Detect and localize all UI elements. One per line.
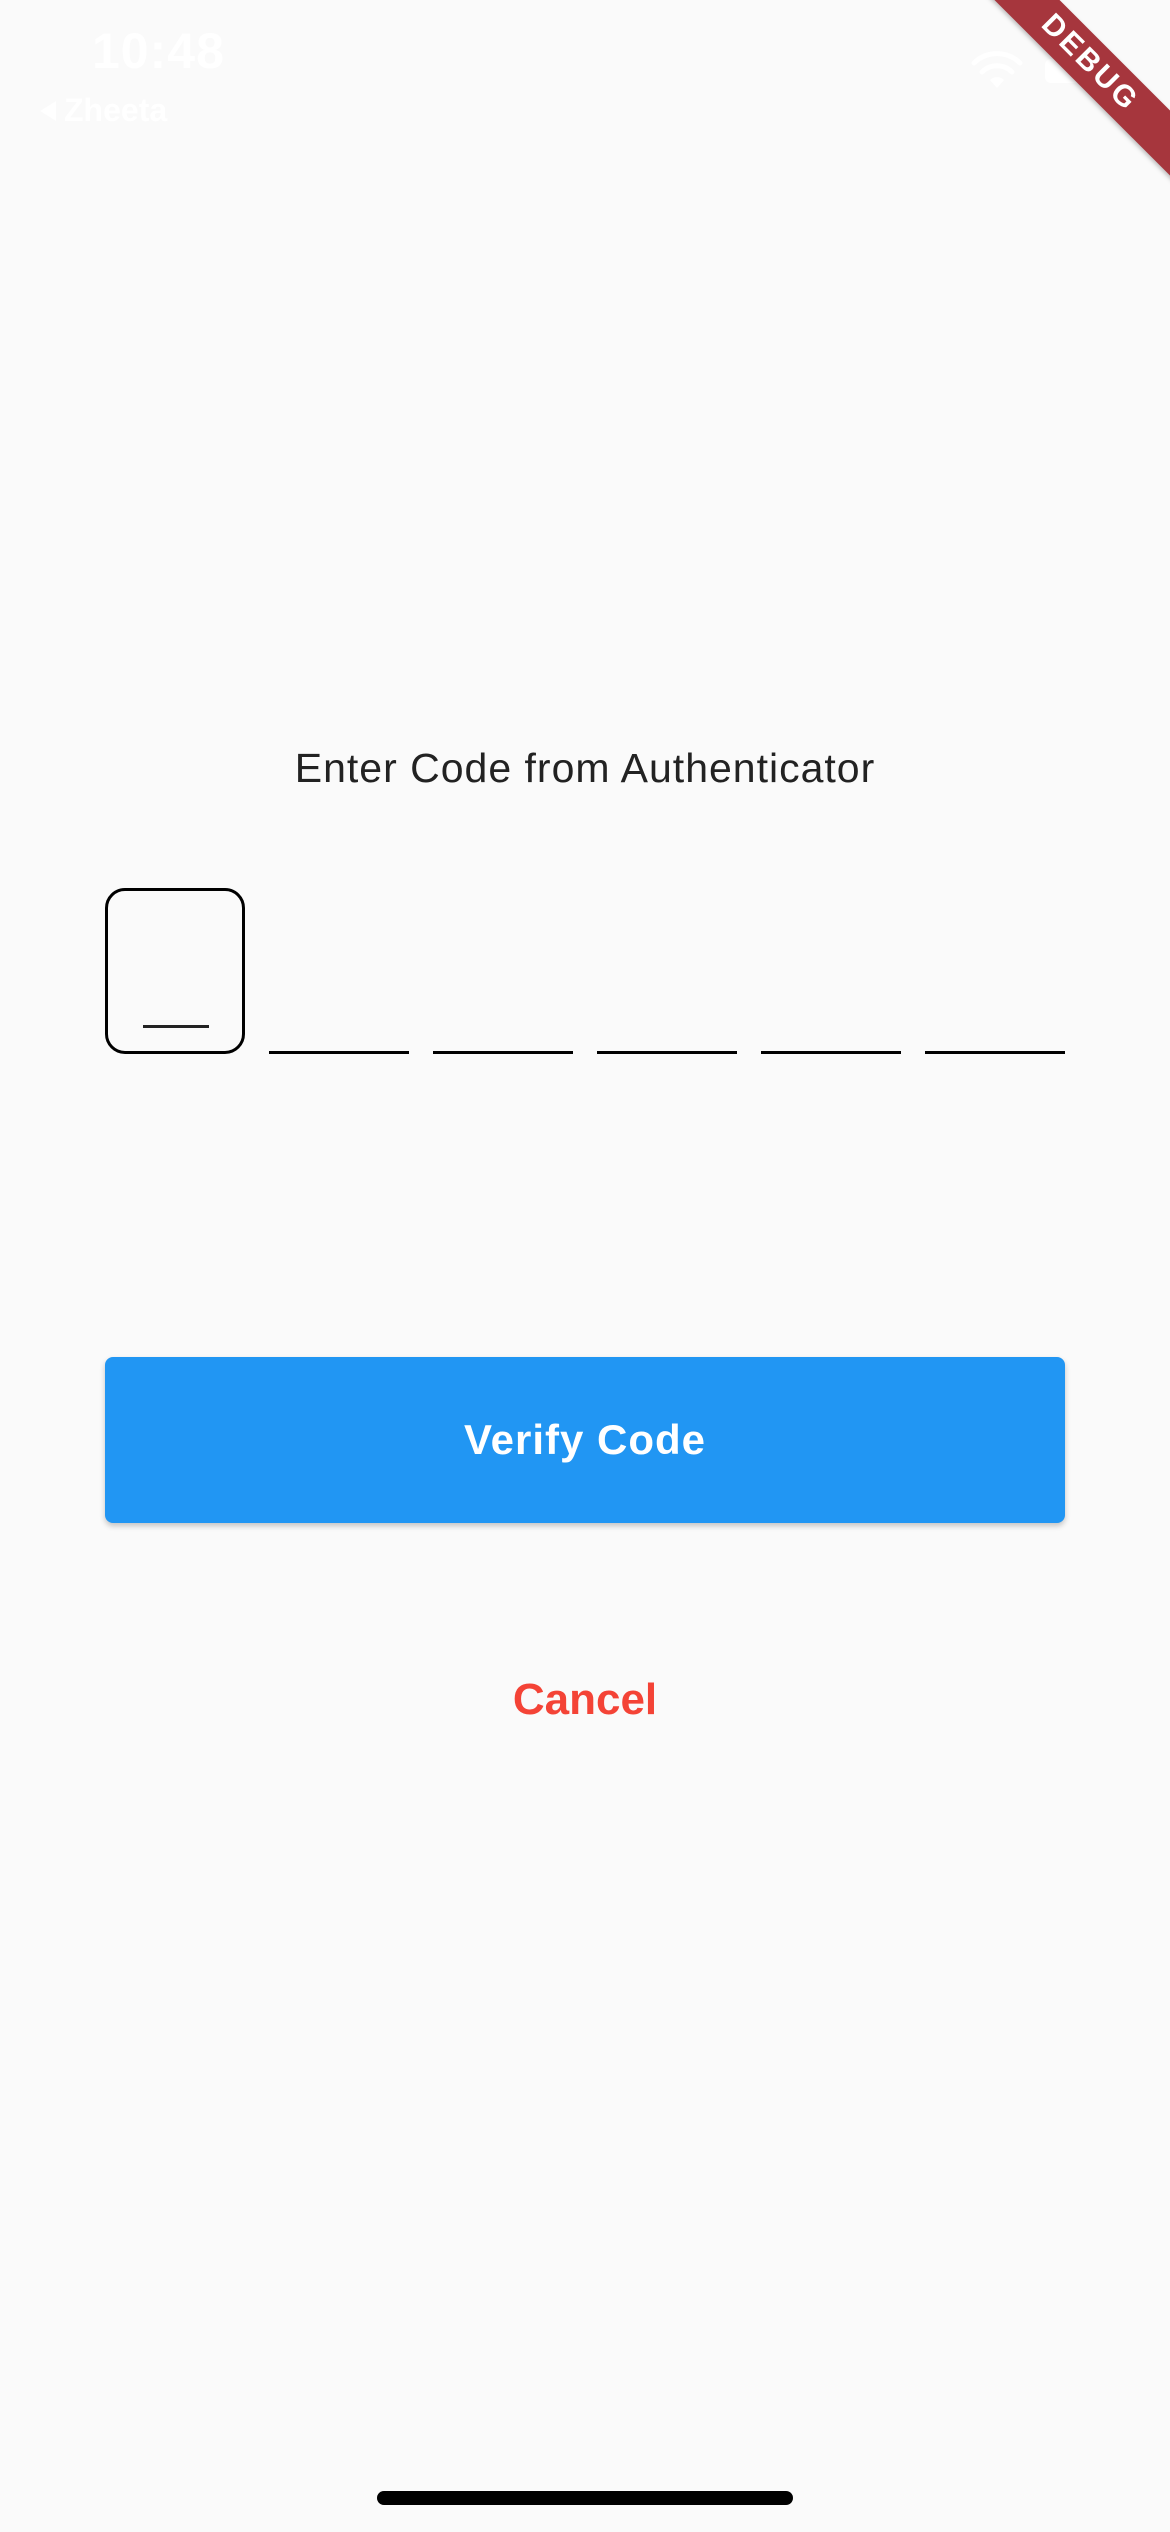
back-arrow-icon bbox=[40, 100, 56, 121]
otp-code-input bbox=[105, 888, 1065, 1056]
wifi-icon bbox=[971, 51, 1023, 88]
cancel-button[interactable]: Cancel bbox=[435, 1665, 735, 1735]
otp-digit-6[interactable] bbox=[925, 888, 1065, 1054]
status-time: 10:48 bbox=[92, 23, 225, 79]
code-prompt: Enter Code from Authenticator bbox=[294, 745, 876, 791]
otp-digit-3[interactable] bbox=[433, 888, 573, 1054]
debug-banner: DEBUG bbox=[967, 0, 1170, 186]
input-cursor bbox=[143, 1025, 209, 1028]
verify-code-button[interactable]: Verify Code bbox=[105, 1357, 1065, 1523]
back-app-label: Zheeta bbox=[64, 92, 168, 128]
otp-digit-5[interactable] bbox=[761, 888, 901, 1054]
otp-digit-4[interactable] bbox=[597, 888, 737, 1054]
home-indicator[interactable] bbox=[377, 2491, 793, 2505]
otp-digit-1[interactable] bbox=[105, 888, 245, 1054]
screen: 10:48 Zheeta DEBUG Enter Code from Authe… bbox=[0, 0, 1170, 2532]
otp-digit-2[interactable] bbox=[269, 888, 409, 1054]
back-to-app-button[interactable]: Zheeta bbox=[40, 92, 167, 129]
